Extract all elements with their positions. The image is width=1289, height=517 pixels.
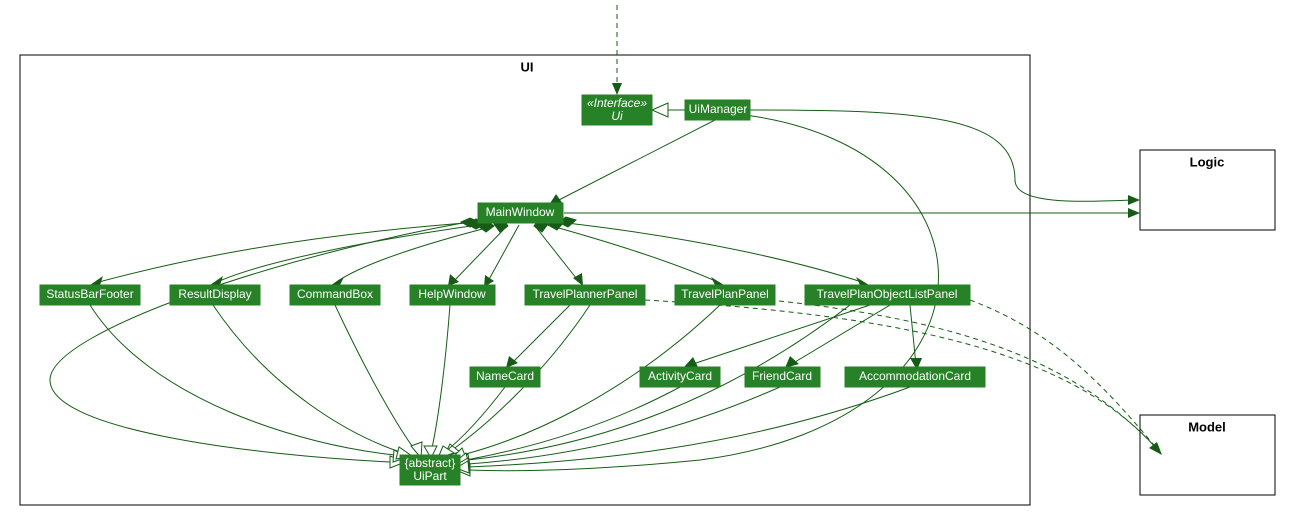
edge-mw-midarrow: [487, 225, 519, 283]
ui-part-stereotype: {abstract}: [405, 456, 456, 470]
tpolp-name: TravelPlanObjectListPanel: [817, 287, 958, 301]
arrow-mw-tpp: [573, 273, 583, 286]
uml-class-diagram: UI Logic Model: [0, 0, 1289, 517]
edge-mw-tpp: [535, 226, 580, 283]
node-name-card: NameCard: [470, 367, 540, 387]
edge-uimanager-to-logic: [750, 110, 1133, 201]
gen-friend-uipart: [468, 387, 780, 464]
edge-tpolp-to-model: [970, 300, 1158, 450]
edge-tpolp-accom: [910, 305, 916, 365]
node-ui-interface: «Interface» Ui: [582, 95, 652, 125]
node-ui-manager: UiManager: [685, 100, 750, 120]
arrow-to-model: [1149, 442, 1162, 455]
node-friend-card: FriendCard: [745, 367, 820, 387]
edge-mw-tpolp: [558, 222, 865, 283]
arrowhead-uimanager-realizes-ui: [652, 103, 668, 117]
package-logic: Logic: [1140, 150, 1275, 230]
node-ui-part: {abstract} UiPart: [400, 455, 460, 485]
travel-planner-panel-name: TravelPlannerPanel: [533, 287, 638, 301]
result-display-name: ResultDisplay: [178, 287, 251, 301]
arrow-uimanager-to-logic: [1128, 195, 1140, 205]
ui-manager-name: UiManager: [689, 102, 748, 116]
edge-uimanager-to-mainwindow: [555, 120, 715, 202]
friend-card-name: FriendCard: [752, 369, 812, 383]
accommodation-card-name: AccommodationCard: [859, 369, 971, 383]
node-status-bar-footer: StatusBarFooter: [40, 285, 140, 305]
arrow-mw-hw: [448, 274, 459, 286]
node-command-box: CommandBox: [290, 285, 380, 305]
node-help-window: HelpWindow: [410, 285, 495, 305]
package-logic-label: Logic: [1190, 154, 1225, 169]
status-bar-footer-name: StatusBarFooter: [46, 287, 133, 301]
activity-card-name: ActivityCard: [648, 369, 712, 383]
arrow-tpp-namecard: [506, 356, 518, 368]
node-travel-plan-object-list-panel: TravelPlanObjectListPanel: [805, 285, 970, 305]
gen-hw-uipart: [432, 305, 450, 448]
node-travel-plan-panel: TravelPlanPanel: [675, 285, 775, 305]
package-model: Model: [1140, 415, 1275, 495]
gen-namecard-uipart: [445, 387, 505, 452]
gen-activity-uipart: [466, 387, 680, 460]
package-ui-label: UI: [521, 59, 534, 74]
ui-part-name: UiPart: [413, 469, 447, 483]
arrow-tpolp-friend: [785, 356, 799, 368]
node-main-window: MainWindow: [478, 203, 563, 223]
node-result-display: ResultDisplay: [170, 285, 260, 305]
help-window-name: HelpWindow: [418, 287, 486, 301]
package-model-label: Model: [1188, 419, 1226, 434]
arrow-tpolp-activity: [684, 357, 698, 367]
edge-mw-travelplanpanel: [548, 225, 720, 283]
command-box-name: CommandBox: [297, 287, 373, 301]
node-travel-planner-panel: TravelPlannerPanel: [525, 285, 645, 305]
main-window-name: MainWindow: [486, 205, 555, 219]
arrow-mainwindow-to-logic: [1128, 208, 1140, 218]
ui-interface-stereotype: «Interface»: [587, 96, 647, 110]
edge-tpp-namecard: [510, 305, 570, 365]
gen-accom-uipart: [468, 387, 910, 467]
edge-tpolp-friend: [790, 305, 890, 365]
travel-plan-panel-name: TravelPlanPanel: [681, 287, 769, 301]
edge-tpolp-activity: [690, 305, 870, 365]
name-card-name: NameCard: [476, 369, 534, 383]
node-accommodation-card: AccommodationCard: [845, 367, 985, 387]
arrow-external-to-ui: [612, 83, 622, 95]
gen-sbf-uipart: [90, 305, 395, 455]
ui-interface-name: Ui: [611, 109, 623, 123]
node-activity-card: ActivityCard: [640, 367, 720, 387]
